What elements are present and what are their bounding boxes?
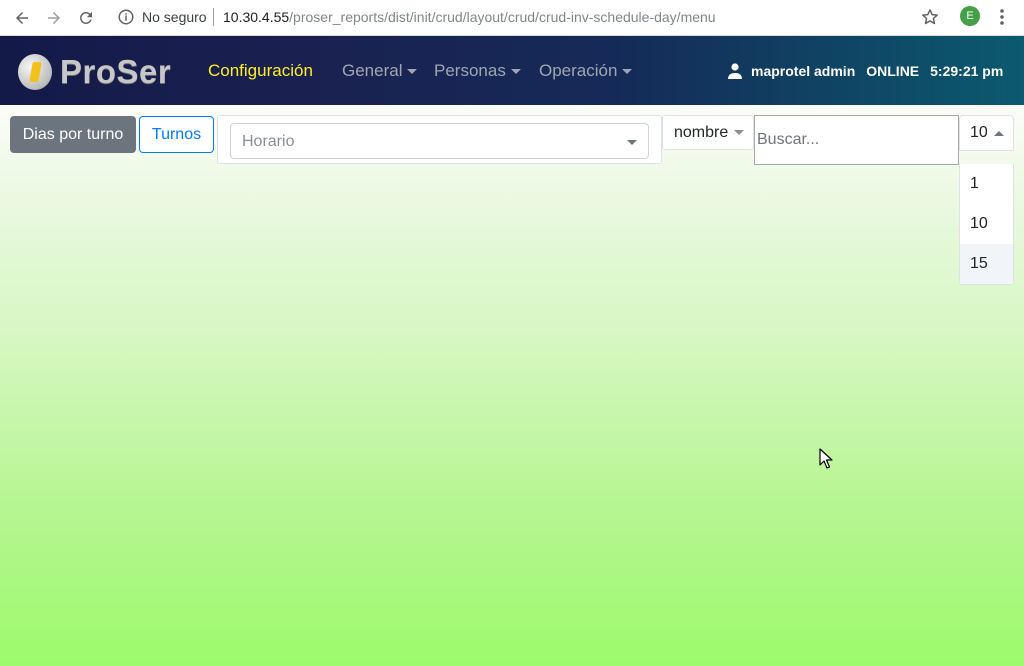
page-size-select[interactable]: 10 [959,115,1014,151]
caret-down-icon [407,68,418,74]
caret-down-icon [622,68,633,74]
forward-icon[interactable] [41,5,67,31]
bookmark-star-icon[interactable] [920,7,940,27]
caret-up-icon [993,130,1004,136]
page-size-option[interactable]: 10 [960,204,1013,244]
user-name: maprotel admin [751,63,856,79]
page-size-value: 10 [970,124,988,141]
browser-toolbar: No seguro 10.30.4.55/proser_reports/dist… [0,0,1024,36]
caret-down-icon [734,130,745,135]
nav-operacion-label: Operación [539,61,618,80]
nav-personas-dropdown[interactable]: Personas [434,61,521,81]
online-status: ONLINE [866,63,920,79]
address-bar[interactable]: 10.30.4.55/proser_reports/dist/init/crud… [223,8,716,26]
clock: 5:29:21 pm [930,63,1004,79]
nav-general-dropdown[interactable]: General [342,61,418,81]
nav-personas-label: Personas [434,61,506,80]
page-size-option[interactable]: 1 [960,164,1013,204]
search-input[interactable] [754,115,959,165]
nav-configuracion[interactable]: Configuración [208,61,313,81]
logo-text: ProSer [60,53,172,90]
nav-general-label: General [342,61,403,80]
logo-mark-icon [18,54,52,90]
turnos-button[interactable]: Turnos [139,116,214,153]
security-label[interactable]: No seguro [142,8,207,26]
nav-operacion-dropdown[interactable]: Operación [539,61,633,81]
nav-configuracion-label: Configuración [208,61,313,80]
reload-icon[interactable] [73,5,99,31]
user-info: maprotel admin ONLINE 5:29:21 pm [728,62,1003,80]
user-icon [728,63,742,79]
proser-logo[interactable]: ProSer [18,52,171,92]
profile-avatar[interactable]: E [960,6,980,26]
caret-down-icon [510,68,521,74]
mouse-cursor-icon [819,448,833,469]
dias-por-turno-button[interactable]: Dias por turno [10,116,136,153]
url-host: 10.30.4.55 [223,9,290,25]
horario-filter-card: Horario [217,115,662,164]
chevron-down-icon [627,140,637,145]
browser-menu-icon[interactable] [993,7,1011,27]
main-content: Dias por turno Turnos Horario nombre 10 … [0,105,1024,666]
page-size-option[interactable]: 15 [960,244,1013,284]
back-icon[interactable] [9,5,35,31]
app-navbar: ProSer Configuración General Personas Op… [0,36,1024,105]
info-icon[interactable] [117,8,135,26]
url-path: /proser_reports/dist/init/crud/layout/cr… [289,9,716,25]
page-size-menu: 1 10 15 [959,164,1014,285]
search-field-dropdown[interactable]: nombre [662,115,754,150]
horario-placeholder: Horario [242,133,295,150]
search-field-label: nombre [674,123,729,141]
url-separator [213,8,214,26]
horario-select[interactable]: Horario [230,123,649,159]
